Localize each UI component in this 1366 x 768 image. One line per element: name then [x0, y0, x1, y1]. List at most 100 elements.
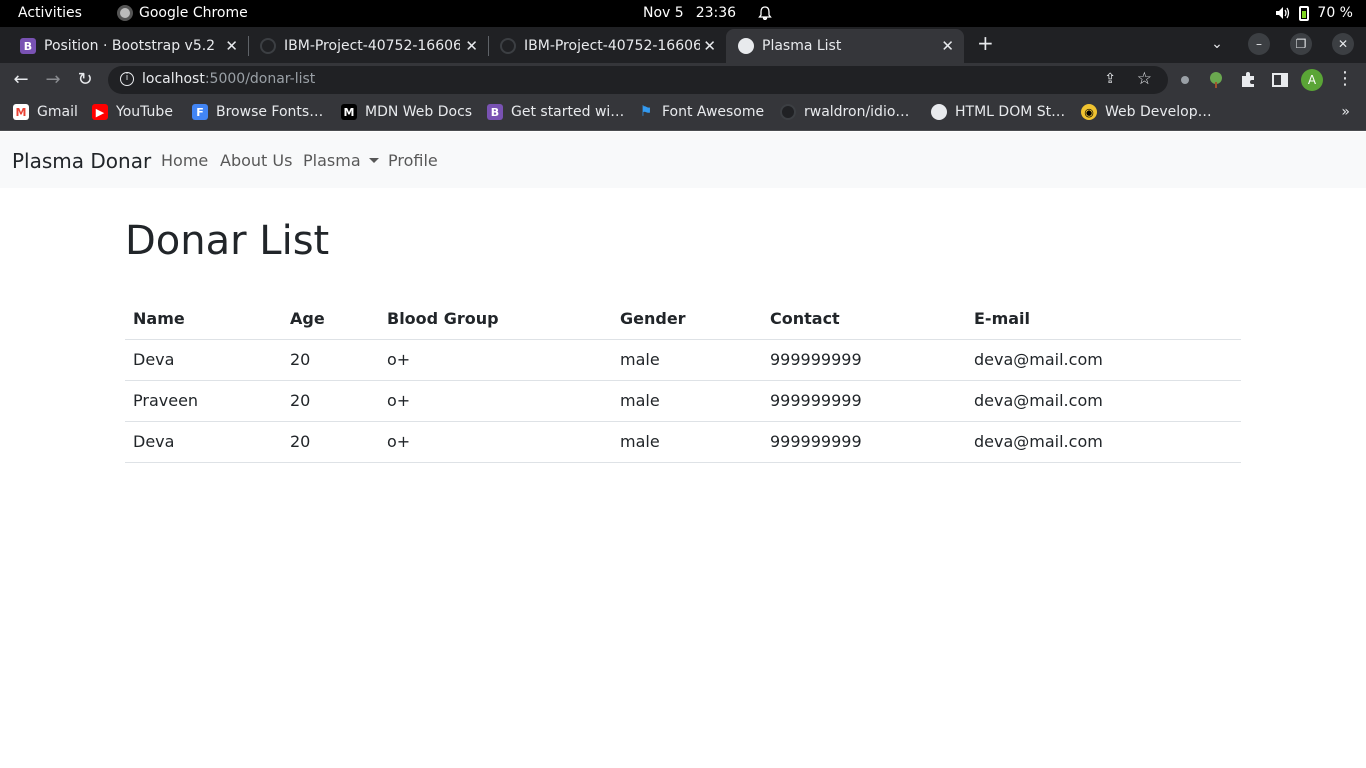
bookmark-label: YouTube	[116, 104, 173, 120]
nav-about-us[interactable]: About Us	[220, 151, 292, 170]
tab-title: Position · Bootstrap v5.2	[44, 38, 216, 54]
activities-button[interactable]: Activities	[18, 5, 82, 21]
bookmark-mdn[interactable]: M MDN Web Docs	[341, 104, 472, 120]
bookmark-youtube[interactable]: ▶ YouTube	[92, 104, 173, 120]
close-icon[interactable]: ✕	[225, 37, 238, 55]
bookmark-html-dom[interactable]: HTML DOM St…	[931, 104, 1065, 120]
restore-button[interactable]: ❐	[1290, 33, 1312, 55]
minimize-button[interactable]: –	[1248, 33, 1270, 55]
more-menu-icon[interactable]: ⋮	[1336, 68, 1354, 89]
close-window-button[interactable]: ✕	[1332, 33, 1354, 55]
share-icon[interactable]: ⇪	[1104, 71, 1116, 87]
nav-profile[interactable]: Profile	[388, 151, 438, 170]
extension-icon[interactable]	[1176, 71, 1194, 89]
star-icon[interactable]: ☆	[1137, 69, 1152, 89]
cell-blood-group: o+	[379, 380, 612, 422]
back-arrow-icon[interactable]: ←	[10, 69, 32, 90]
bookmark-get-started[interactable]: B Get started wi…	[487, 104, 624, 120]
tab-strip: B Position · Bootstrap v5.2 ✕ IBM-Projec…	[0, 27, 1366, 63]
cell-age: 20	[282, 421, 379, 463]
cell-contact: 999999999	[762, 380, 966, 422]
reload-icon[interactable]: ↻	[74, 69, 96, 90]
column-header-name: Name	[125, 298, 282, 340]
tab-bootstrap[interactable]: B Position · Bootstrap v5.2 ✕	[0, 29, 248, 63]
github-icon	[500, 38, 516, 54]
cell-blood-group: o+	[379, 421, 612, 463]
cell-email: deva@mail.com	[966, 339, 1241, 381]
cell-blood-group: o+	[379, 339, 612, 381]
cell-gender: male	[612, 421, 762, 463]
tab-title: IBM-Project-40752-166063	[524, 38, 700, 54]
bookmark-rwaldron[interactable]: rwaldron/idio…	[780, 104, 909, 120]
table-row: Deva 20 o+ male 999999999 deva@mail.com	[125, 421, 1241, 463]
caret-down-icon	[368, 158, 379, 163]
system-top-bar: Activities Google Chrome Nov 5 23:36 70 …	[0, 0, 1366, 27]
bookmark-label: rwaldron/idio…	[804, 104, 910, 120]
bookmark-label: Get started wi…	[511, 104, 625, 120]
bookmark-font-awesome[interactable]: ⚑ Font Awesome	[638, 104, 764, 120]
bookmark-label: Font Awesome	[662, 104, 765, 120]
tab-ibm-project-2[interactable]: IBM-Project-40752-166063 ✕	[488, 29, 726, 63]
cell-age: 20	[282, 339, 379, 381]
chevron-down-icon[interactable]: ⌄	[1206, 36, 1228, 52]
github-icon	[260, 38, 276, 54]
bookmark-browse-fonts[interactable]: F Browse Fonts…	[192, 104, 323, 120]
battery-level: 70 %	[1317, 5, 1353, 21]
puzzle-icon[interactable]	[1239, 71, 1257, 89]
cell-gender: male	[612, 339, 762, 381]
close-icon[interactable]: ✕	[465, 37, 478, 55]
clock[interactable]: Nov 5 23:36	[643, 5, 772, 21]
cell-name: Deva	[125, 421, 282, 463]
battery-icon	[1299, 5, 1310, 21]
cell-contact: 999999999	[762, 339, 966, 381]
tab-title: IBM-Project-40752-166063	[284, 38, 460, 54]
close-icon[interactable]: ✕	[703, 37, 716, 55]
system-tray[interactable]: 70 %	[1275, 5, 1353, 21]
tree-extension-icon[interactable]	[1207, 71, 1225, 89]
more-bookmarks-icon[interactable]: »	[1341, 104, 1350, 120]
site-brand[interactable]: Plasma Donar	[12, 149, 151, 173]
column-header-blood-group: Blood Group	[379, 298, 612, 340]
column-header-email: E-mail	[966, 298, 1241, 340]
app-name: Google Chrome	[139, 5, 248, 21]
url-text[interactable]: localhost:5000/donar-list	[142, 71, 315, 87]
github-icon	[780, 104, 796, 120]
bootstrap-icon: B	[20, 38, 36, 54]
column-header-gender: Gender	[612, 298, 762, 340]
bell-icon	[758, 6, 772, 20]
table-header-row: Name Age Blood Group Gender Contact E-ma…	[125, 298, 1241, 340]
web-page: Plasma Donar Home About Us Plasma Profil…	[0, 132, 1366, 768]
clock-time: 23:36	[695, 5, 737, 21]
app-menu[interactable]: Google Chrome	[117, 5, 248, 21]
cell-email: deva@mail.com	[966, 380, 1241, 422]
side-panel-icon[interactable]	[1271, 71, 1289, 89]
address-bar[interactable]: i localhost:5000/donar-list ⇪ ☆	[108, 66, 1168, 94]
nav-plasma-label: Plasma	[303, 151, 361, 170]
nav-home[interactable]: Home	[161, 151, 208, 170]
cell-name: Praveen	[125, 380, 282, 422]
bookmark-label: Web Develop…	[1105, 104, 1212, 120]
bookmark-label: Gmail	[37, 104, 78, 120]
close-icon[interactable]: ✕	[941, 37, 954, 55]
bookmark-label: MDN Web Docs	[365, 104, 473, 120]
bookmark-web-develop[interactable]: ◉ Web Develop…	[1081, 104, 1212, 120]
globe-icon	[738, 38, 754, 54]
bookmark-gmail[interactable]: M Gmail	[13, 104, 78, 120]
tab-plasma-list[interactable]: Plasma List ✕	[726, 29, 964, 63]
cell-contact: 999999999	[762, 421, 966, 463]
cell-email: deva@mail.com	[966, 421, 1241, 463]
url-host: localhost	[142, 71, 205, 87]
profile-avatar[interactable]: A	[1301, 69, 1323, 91]
new-tab-button[interactable]: +	[977, 31, 994, 55]
nav-plasma-dropdown[interactable]: Plasma	[303, 151, 379, 170]
url-path: :5000/donar-list	[204, 71, 316, 87]
bookmark-label: HTML DOM St…	[955, 104, 1066, 120]
tab-ibm-project-1[interactable]: IBM-Project-40752-166063 ✕	[248, 29, 488, 63]
youtube-icon: ▶	[92, 104, 108, 120]
flag-icon: ⚑	[639, 104, 653, 120]
info-icon[interactable]: i	[120, 72, 134, 86]
bookmark-label: Browse Fonts…	[216, 104, 324, 120]
forward-arrow-icon[interactable]: →	[42, 69, 64, 90]
cell-name: Deva	[125, 339, 282, 381]
table-row: Praveen 20 o+ male 999999999 deva@mail.c…	[125, 380, 1241, 422]
